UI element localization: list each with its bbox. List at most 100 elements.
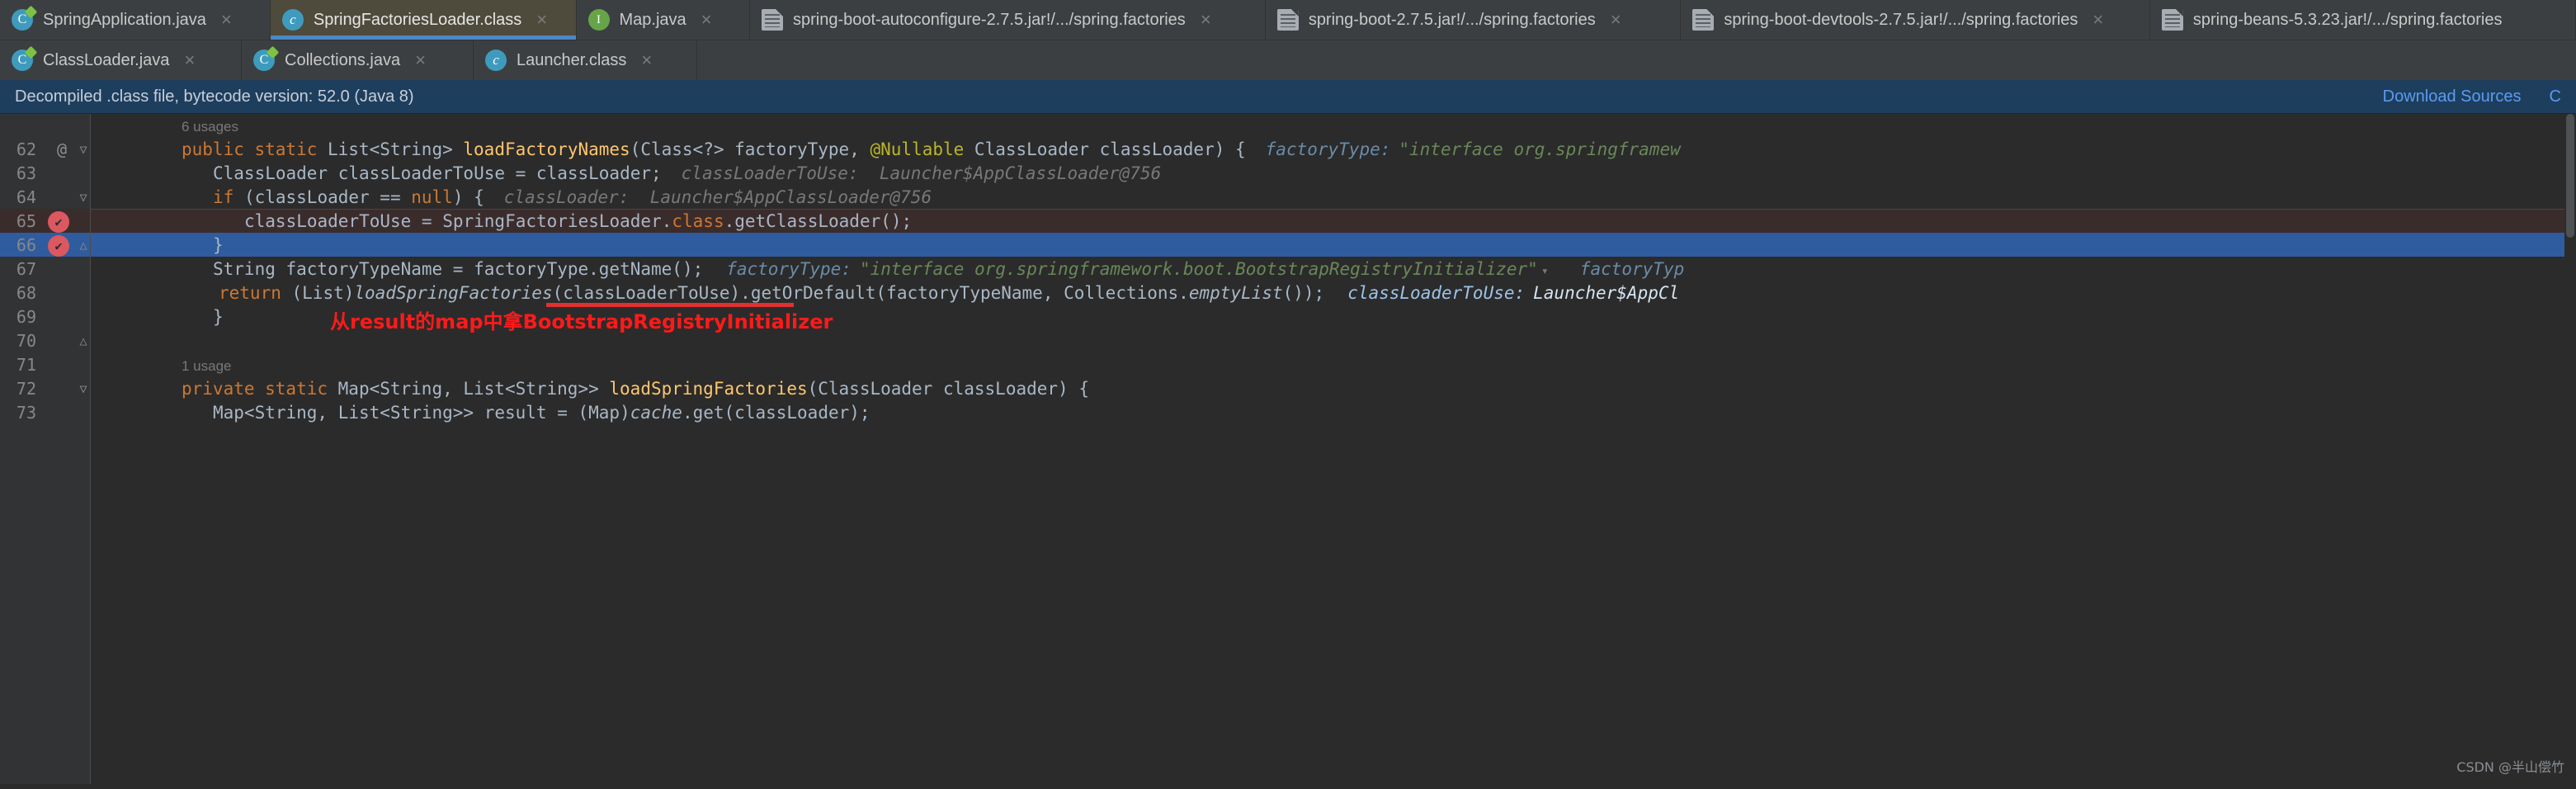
close-icon[interactable]: [641, 51, 652, 69]
close-icon[interactable]: [2092, 11, 2103, 29]
code-line-69[interactable]: return (List)loadSpringFactories(classLo…: [91, 281, 2576, 305]
usages-hint[interactable]: 6 usages: [91, 114, 2576, 138]
close-icon[interactable]: [1201, 11, 1211, 29]
code-token: (Class<?> factoryType,: [630, 139, 870, 159]
code-token: cache: [630, 403, 682, 423]
inlay-hint-value[interactable]: "interface org.springframew: [1399, 139, 1680, 159]
choose-sources-link[interactable]: C: [2550, 87, 2561, 106]
tab-row-filler: [697, 40, 2576, 80]
tab-classloader-java[interactable]: ClassLoader.java: [0, 40, 242, 80]
decompiled-notification-bar: Decompiled .class file, bytecode version…: [0, 80, 2576, 114]
tab-label: spring-boot-2.7.5.jar!/.../spring.factor…: [1308, 10, 1596, 29]
code-token: .getClassLoader();: [724, 211, 913, 231]
line-number: 72: [16, 379, 36, 399]
download-sources-link[interactable]: Download Sources: [2383, 87, 2522, 106]
code-token: }: [213, 235, 224, 255]
editor-gutter[interactable]: 62 63 64 65 66 67 68 69 70 71 72 73 @ ▽ …: [0, 114, 91, 784]
tab-label: spring-boot-autoconfigure-2.7.5.jar!/...…: [793, 10, 1186, 29]
breakpoint-icon[interactable]: [48, 211, 69, 233]
code-token: }: [213, 307, 224, 327]
override-marker-icon[interactable]: @: [51, 138, 73, 162]
code-token: loadFactoryNames: [463, 139, 630, 159]
code-line-66[interactable]: }: [91, 234, 2576, 257]
code-line-65[interactable]: classLoaderToUse = SpringFactoriesLoader…: [91, 210, 2576, 234]
vertical-scrollbar[interactable]: [2564, 114, 2576, 784]
code-content[interactable]: 6 usages public static List<String> load…: [91, 114, 2576, 784]
inlay-hint-value[interactable]: "interface org.springframework.boot.Boot…: [860, 259, 1538, 279]
line-number: 66: [16, 235, 36, 255]
code-line-73[interactable]: Map<String, List<String>> result = (Map)…: [91, 401, 2576, 425]
code-token: (ClassLoader classLoader) {: [807, 379, 1089, 399]
inlay-hint-value[interactable]: Launcher$AppCl: [1533, 283, 1679, 303]
fold-marker-icon[interactable]: △: [76, 234, 91, 257]
line-number: 70: [16, 331, 36, 351]
tab-map-java[interactable]: Map.java: [576, 0, 750, 40]
code-token: @Nullable: [870, 139, 965, 159]
code-token: public static: [182, 139, 328, 159]
tab-spring-beans-factories[interactable]: spring-beans-5.3.23.jar!/.../spring.fact…: [2149, 0, 2576, 40]
chevron-down-icon[interactable]: ▾: [1541, 263, 1549, 278]
line-number: 67: [16, 259, 36, 279]
code-editor[interactable]: 62 63 64 65 66 67 68 69 70 71 72 73 @ ▽ …: [0, 114, 2576, 784]
ide-window: SpringApplication.java SpringFactoriesLo…: [0, 0, 2576, 789]
code-token: private static: [182, 379, 338, 399]
tab-label: ClassLoader.java: [43, 50, 170, 69]
inlay-hint[interactable]: classLoader: Launcher$AppClassLoader@756: [504, 187, 932, 207]
code-token: (List): [291, 283, 355, 303]
close-icon[interactable]: [701, 11, 712, 29]
active-tab-underline: [270, 35, 576, 40]
tab-label: SpringApplication.java: [43, 10, 206, 29]
code-line-62[interactable]: public static List<String> loadFactoryNa…: [91, 138, 2576, 162]
fold-marker-icon[interactable]: ▽: [76, 186, 91, 210]
watermark: CSDN @半山偿竹: [2456, 759, 2564, 775]
code-token: Map<String, List<String>> result = (Map): [213, 403, 630, 423]
breakpoint-icon[interactable]: [48, 235, 69, 257]
tab-spring-boot-factories[interactable]: spring-boot-2.7.5.jar!/.../spring.factor…: [1265, 0, 1682, 40]
properties-file-icon: [762, 9, 783, 31]
code-token: ());: [1282, 283, 1325, 303]
code-line-64[interactable]: if (classLoader == null) {classLoader: L…: [91, 186, 2576, 210]
code-line-72[interactable]: private static Map<String, List<String>>…: [91, 377, 2576, 401]
close-icon[interactable]: [415, 51, 426, 69]
code-line-63[interactable]: ClassLoader classLoaderToUse = classLoad…: [91, 162, 2576, 186]
fold-marker-icon[interactable]: ▽: [76, 377, 91, 401]
line-number: 69: [16, 307, 36, 327]
class-file-icon: [485, 50, 507, 71]
code-token: getOrDefault: [750, 283, 876, 303]
inlay-hint-key[interactable]: factoryType:: [1266, 139, 1391, 159]
code-token: (classLoader ==: [243, 187, 412, 207]
close-icon[interactable]: [1611, 11, 1621, 29]
java-interface-icon: [587, 9, 610, 31]
scrollbar-thumb[interactable]: [2566, 114, 2574, 238]
properties-file-icon: [2161, 9, 2183, 31]
line-number: 62: [16, 139, 36, 159]
close-icon[interactable]: [536, 11, 547, 29]
code-token: classLoaderToUse = SpringFactoriesLoader…: [244, 211, 672, 231]
tab-collections-java[interactable]: Collections.java: [242, 40, 474, 80]
fold-marker-icon[interactable]: △: [76, 329, 91, 353]
properties-file-icon: [1276, 9, 1299, 31]
inlay-hint-key[interactable]: factoryType:: [726, 259, 852, 279]
chinese-annotation-text: 从result的map中拿BootstrapRegistryInitialize…: [330, 310, 833, 333]
inlay-hint-key[interactable]: classLoaderToUse:: [1347, 283, 1525, 303]
tab-label: Collections.java: [285, 50, 401, 69]
close-icon[interactable]: [221, 11, 232, 29]
line-number: 71: [16, 355, 36, 375]
fold-marker-icon[interactable]: ▽: [76, 138, 91, 162]
inlay-hint-key-2[interactable]: factoryTyp: [1580, 259, 1684, 279]
code-token: return: [219, 283, 292, 303]
tab-spring-boot-autoconfigure-factories[interactable]: spring-boot-autoconfigure-2.7.5.jar!/...…: [750, 0, 1266, 40]
code-token: (classLoaderToUse).: [552, 283, 751, 303]
code-line-68[interactable]: String factoryTypeName = factoryType.get…: [91, 257, 2576, 281]
tab-launcher-class[interactable]: Launcher.class: [474, 40, 697, 80]
tab-label: spring-boot-devtools-2.7.5.jar!/.../spri…: [1724, 10, 2078, 29]
close-icon[interactable]: [184, 51, 195, 69]
tab-springapplication-java[interactable]: SpringApplication.java: [0, 0, 271, 40]
usages-hint-2[interactable]: 1 usage: [91, 353, 2576, 377]
tab-springfactoriesloader-class[interactable]: SpringFactoriesLoader.class: [270, 0, 577, 40]
tab-spring-boot-devtools-factories[interactable]: spring-boot-devtools-2.7.5.jar!/.../spri…: [1681, 0, 2150, 40]
class-file-icon: [281, 9, 304, 31]
code-token: (factoryTypeName, Collections.: [875, 283, 1189, 303]
code-token: String factoryTypeName = factoryType.get…: [213, 259, 704, 279]
inlay-hint[interactable]: classLoaderToUse: Launcher$AppClassLoade…: [682, 163, 1162, 183]
